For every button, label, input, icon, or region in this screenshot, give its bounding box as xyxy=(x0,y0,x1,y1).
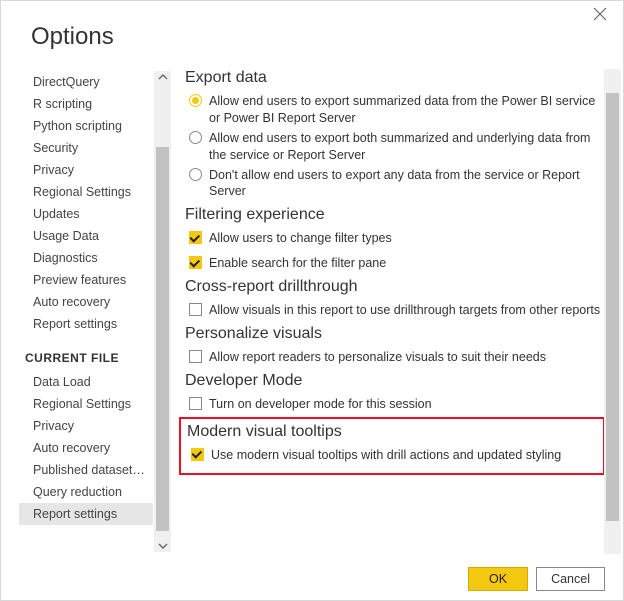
nav-item-preview-features[interactable]: Preview features xyxy=(19,269,153,291)
nav-item-r-scripting[interactable]: R scripting xyxy=(19,93,153,115)
content-pane: Export data Allow end users to export su… xyxy=(171,65,623,558)
content-scroll-thumb[interactable] xyxy=(606,93,619,521)
section-export-data: Export data xyxy=(185,69,601,87)
checkbox-icon xyxy=(189,256,202,269)
section-modern-visual-tooltips: Modern visual tooltips xyxy=(187,423,597,441)
nav-item-regional-settings[interactable]: Regional Settings xyxy=(19,181,153,203)
nav-item-auto-recovery-file[interactable]: Auto recovery xyxy=(19,437,153,459)
option-label: Allow end users to export summarized dat… xyxy=(209,93,601,127)
close-icon[interactable] xyxy=(593,7,613,27)
nav-scroll-thumb[interactable] xyxy=(156,147,169,531)
nav-scrollbar[interactable] xyxy=(154,71,171,552)
nav-item-privacy-file[interactable]: Privacy xyxy=(19,415,153,437)
option-label: Don't allow end users to export any data… xyxy=(209,167,601,201)
chevron-up-icon[interactable] xyxy=(157,71,169,83)
section-developer-mode: Developer Mode xyxy=(185,372,601,390)
nav-item-python-scripting[interactable]: Python scripting xyxy=(19,115,153,137)
option-label: Turn on developer mode for this session xyxy=(209,396,601,413)
nav-item-query-reduction[interactable]: Query reduction xyxy=(19,481,153,503)
checkbox-icon xyxy=(189,231,202,244)
nav-item-auto-recovery[interactable]: Auto recovery xyxy=(19,291,153,313)
nav-item-report-settings-file[interactable]: Report settings xyxy=(19,503,153,525)
section-filtering-experience: Filtering experience xyxy=(185,206,601,224)
nav-item-published-dataset-settings[interactable]: Published dataset set... xyxy=(19,459,153,481)
radio-icon xyxy=(189,168,202,181)
radio-export-none[interactable]: Don't allow end users to export any data… xyxy=(189,167,601,201)
nav-item-regional-settings-file[interactable]: Regional Settings xyxy=(19,393,153,415)
checkbox-icon xyxy=(191,448,204,461)
checkbox-icon xyxy=(189,303,202,316)
check-cross-report-drillthrough[interactable]: Allow visuals in this report to use dril… xyxy=(189,302,601,319)
check-enable-search-filter-pane[interactable]: Enable search for the filter pane xyxy=(189,255,601,272)
checkbox-icon xyxy=(189,350,202,363)
nav-item-diagnostics[interactable]: Diagnostics xyxy=(19,247,153,269)
content-scroll-track[interactable] xyxy=(604,84,621,539)
option-label: Allow end users to export both summarize… xyxy=(209,130,601,164)
radio-icon xyxy=(189,94,202,107)
check-modern-visual-tooltips[interactable]: Use modern visual tooltips with drill ac… xyxy=(191,447,597,464)
checkbox-icon xyxy=(189,397,202,410)
check-personalize-visuals[interactable]: Allow report readers to personalize visu… xyxy=(189,349,601,366)
nav-item-report-settings-global[interactable]: Report settings xyxy=(19,313,153,335)
nav-item-usage-data[interactable]: Usage Data xyxy=(19,225,153,247)
nav-item-security[interactable]: Security xyxy=(19,137,153,159)
nav-scroll-track[interactable] xyxy=(154,83,171,540)
nav-item-privacy[interactable]: Privacy xyxy=(19,159,153,181)
cancel-button[interactable]: Cancel xyxy=(536,567,605,591)
check-allow-change-filter-types[interactable]: Allow users to change filter types xyxy=(189,230,601,247)
section-cross-report-drillthrough: Cross-report drillthrough xyxy=(185,278,601,296)
check-developer-mode[interactable]: Turn on developer mode for this session xyxy=(189,396,601,413)
option-label: Use modern visual tooltips with drill ac… xyxy=(211,447,597,464)
radio-icon xyxy=(189,131,202,144)
section-personalize-visuals: Personalize visuals xyxy=(185,325,601,343)
highlight-modern-visual-tooltips: Modern visual tooltips Use modern visual… xyxy=(179,417,605,475)
nav-section-current-file: CURRENT FILE xyxy=(19,335,171,371)
option-label: Allow users to change filter types xyxy=(209,230,601,247)
nav-item-data-load[interactable]: Data Load xyxy=(19,371,153,393)
nav-item-directquery[interactable]: DirectQuery xyxy=(19,71,153,93)
ok-button[interactable]: OK xyxy=(468,567,528,591)
dialog-title: Options xyxy=(31,23,114,51)
nav-sidebar: DirectQuery R scripting Python scripting… xyxy=(1,65,171,558)
radio-export-both[interactable]: Allow end users to export both summarize… xyxy=(189,130,601,164)
chevron-down-icon[interactable] xyxy=(157,540,169,552)
option-label: Allow report readers to personalize visu… xyxy=(209,349,601,366)
option-label: Enable search for the filter pane xyxy=(209,255,601,272)
nav-item-updates[interactable]: Updates xyxy=(19,203,153,225)
option-label: Allow visuals in this report to use dril… xyxy=(209,302,601,319)
radio-export-summarized[interactable]: Allow end users to export summarized dat… xyxy=(189,93,601,127)
content-scrollbar[interactable] xyxy=(604,69,621,554)
dialog-footer: OK Cancel xyxy=(1,558,623,600)
